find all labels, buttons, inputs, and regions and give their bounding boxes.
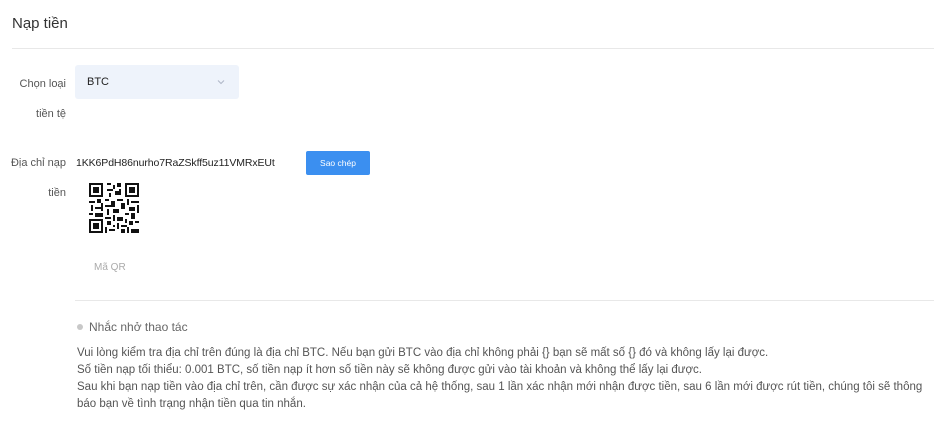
address-label: Địa chỉ nạp tiền <box>10 157 66 199</box>
header-divider <box>12 48 934 49</box>
bullet-icon <box>77 324 83 330</box>
currency-select-value: BTC <box>87 76 109 88</box>
section-divider <box>75 300 934 301</box>
notice-header: Nhắc nhở thao tác <box>77 320 188 334</box>
currency-label: Chọn loại tiền tệ <box>19 78 66 120</box>
page-title: Nạp tiền <box>12 15 68 32</box>
notice-title: Nhắc nhở thao tác <box>89 320 188 334</box>
chevron-down-icon <box>217 80 225 85</box>
notice-line: Sau khi bạn nạp tiền vào địa chỉ trên, c… <box>77 381 923 410</box>
notice-line: Số tiền nạp tối thiểu: 0.001 BTC, số tiề… <box>77 364 702 376</box>
copy-button[interactable]: Sao chép <box>306 151 370 175</box>
deposit-page: Nạp tiền Chọn loại tiền tệ BTC Địa chỉ n… <box>0 0 939 447</box>
deposit-address: 1KK6PdH86nurho7RaZSkff5uz11VMRxEUt <box>76 157 275 169</box>
qr-label: Mã QR <box>94 262 126 273</box>
currency-select[interactable]: BTC <box>75 65 239 99</box>
notice-line: Vui lòng kiểm tra địa chỉ trên đúng là đ… <box>77 347 769 359</box>
qr-code-icon <box>89 183 139 233</box>
notice-body: Vui lòng kiểm tra địa chỉ trên đúng là đ… <box>77 345 937 413</box>
